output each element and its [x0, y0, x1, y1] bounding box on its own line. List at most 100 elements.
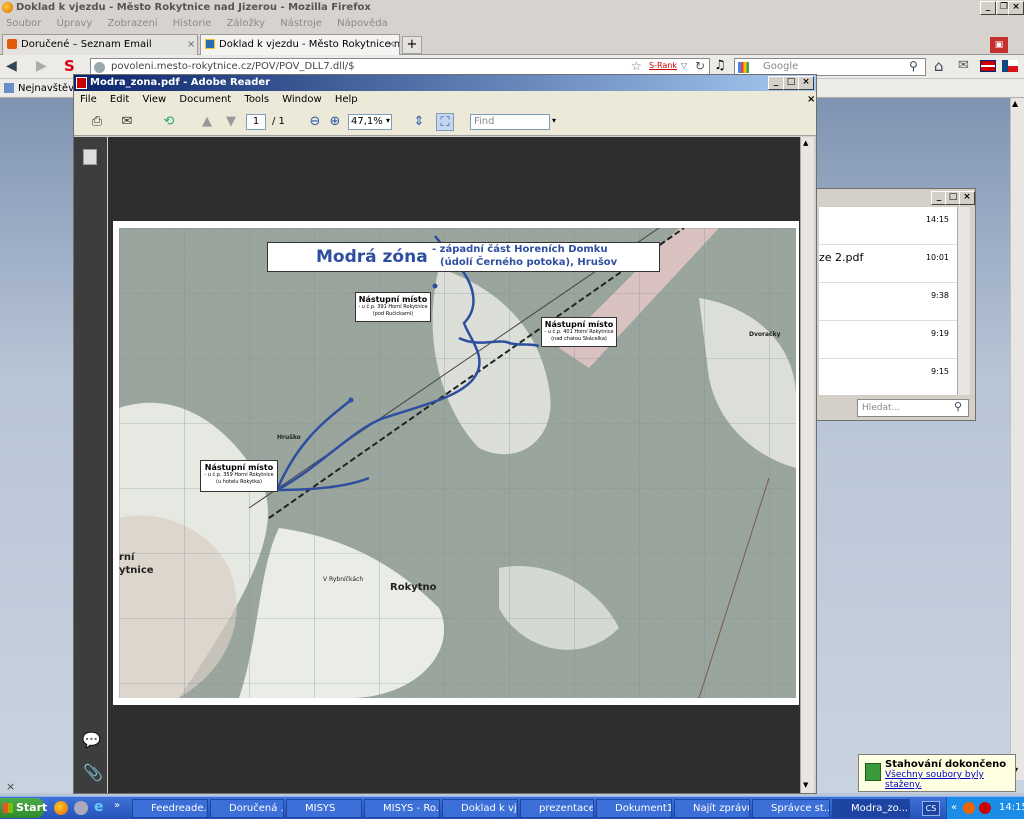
- scroll-down-icon[interactable]: ▼: [803, 781, 808, 789]
- reader-close-button[interactable]: ×: [798, 76, 814, 90]
- document-scrollbar[interactable]: ▲ ▼: [800, 137, 814, 793]
- menu-window[interactable]: Window: [282, 94, 321, 105]
- print-icon[interactable]: ⎙: [88, 113, 106, 131]
- mail-scrollbar[interactable]: [957, 207, 970, 395]
- task-modra-zona[interactable]: Modra_zo...: [832, 799, 910, 818]
- site-favicon-icon: [205, 39, 215, 49]
- task-dokument1[interactable]: Dokument1...: [596, 799, 672, 818]
- zoom-out-icon[interactable]: ⊖: [306, 113, 324, 131]
- task-misys-ro[interactable]: MISYS - Ro...: [364, 799, 440, 818]
- music-note-icon[interactable]: ♫: [714, 58, 726, 73]
- desktop-quicklaunch-icon[interactable]: [74, 801, 88, 815]
- download-notification[interactable]: Stahování dokončeno Všechny soubory byly…: [858, 754, 1016, 792]
- attachments-paperclip-icon[interactable]: 📎: [83, 763, 103, 782]
- next-page-icon[interactable]: ▼: [222, 113, 240, 131]
- menu-view[interactable]: View: [142, 94, 166, 105]
- menu-zobrazeni[interactable]: Zobrazení: [108, 18, 158, 29]
- zoom-dropdown-icon[interactable]: ▾: [386, 116, 390, 125]
- findbar-close-icon[interactable]: ×: [6, 780, 15, 793]
- firefox-quicklaunch-icon[interactable]: [54, 801, 68, 815]
- menu-upravy[interactable]: Úpravy: [57, 18, 93, 29]
- list-item[interactable]: 9:38: [819, 283, 957, 321]
- place-label: Dvoračky: [749, 331, 781, 338]
- task-feedreader[interactable]: Feedreade...: [132, 799, 208, 818]
- mail-close-button[interactable]: ×: [959, 191, 975, 205]
- list-item[interactable]: 14:15: [819, 207, 957, 245]
- reader-maximize-button[interactable]: □: [783, 76, 799, 90]
- map-subtitle-1: - západní část Horeních Domku: [432, 244, 608, 255]
- cz-flag-icon[interactable]: [1002, 60, 1018, 72]
- tab-label: Doručené – Seznam Email: [21, 39, 152, 50]
- page-number-input[interactable]: 1: [246, 114, 266, 130]
- list-item[interactable]: 9:19: [819, 321, 957, 359]
- task-doklad[interactable]: Doklad k vj...: [442, 799, 518, 818]
- task-prezentace[interactable]: prezentace: [520, 799, 594, 818]
- tab-close-icon[interactable]: ×: [387, 35, 395, 55]
- start-button[interactable]: Start: [0, 798, 47, 818]
- menu-zalozky[interactable]: Záložky: [227, 18, 265, 29]
- srank-badge[interactable]: S-Rank: [649, 61, 677, 70]
- back-arrow-icon[interactable]: ◀: [6, 58, 17, 74]
- seznam-s-icon[interactable]: S: [64, 57, 75, 75]
- menu-tools[interactable]: Tools: [244, 94, 269, 105]
- ff-close-button[interactable]: ×: [1008, 1, 1024, 15]
- reader-minimize-button[interactable]: _: [768, 76, 784, 90]
- menu-napoveda[interactable]: Nápověda: [337, 18, 388, 29]
- document-view[interactable]: Modrá zóna - západní část Horeních Domku…: [108, 137, 800, 793]
- menu-file[interactable]: File: [80, 94, 97, 105]
- menu-help[interactable]: Help: [335, 94, 358, 105]
- tab-seznam-email[interactable]: Doručené – Seznam Email ×: [2, 34, 198, 55]
- document-close-icon[interactable]: ×: [807, 91, 815, 108]
- previous-page-icon[interactable]: ▲: [198, 113, 216, 131]
- reload-icon[interactable]: ↻: [695, 59, 705, 73]
- language-indicator[interactable]: CS: [922, 801, 940, 816]
- menu-document[interactable]: Document: [179, 94, 231, 105]
- tray-app-icon[interactable]: [963, 802, 975, 814]
- notification-text[interactable]: Všechny soubory byly staženy.: [885, 770, 1011, 790]
- firefox-scrollbar[interactable]: ▲ ▼: [1010, 98, 1024, 780]
- task-najit-zpravu[interactable]: Najít zprávu: [674, 799, 750, 818]
- fit-width-icon[interactable]: ⇕: [410, 113, 428, 131]
- magnifier-icon[interactable]: ⚲: [954, 400, 962, 413]
- task-label: prezentace: [539, 803, 594, 814]
- task-spravce[interactable]: Správce st...: [752, 799, 830, 818]
- star-icon[interactable]: ☆: [631, 59, 642, 73]
- addon-icon[interactable]: ▣: [990, 37, 1008, 53]
- scroll-up-icon[interactable]: ▲: [803, 139, 808, 147]
- uk-flag-icon[interactable]: [980, 60, 996, 72]
- box-line1: - u č.p. 401 Horní Rokytnice: [544, 329, 614, 335]
- menu-soubor[interactable]: Soubor: [6, 18, 41, 29]
- tab-close-icon[interactable]: ×: [187, 35, 195, 55]
- fit-page-icon[interactable]: ⛶: [436, 113, 454, 131]
- mail-search-input[interactable]: Hledat... ⚲: [857, 399, 969, 417]
- home-icon[interactable]: ⌂: [934, 57, 944, 75]
- find-dropdown-icon[interactable]: ▾: [552, 116, 556, 125]
- dropdown-icon[interactable]: ▽: [681, 61, 687, 70]
- forward-arrow-icon[interactable]: ▶: [36, 58, 47, 74]
- menu-edit[interactable]: Edit: [110, 94, 129, 105]
- scroll-up-icon[interactable]: ▲: [1012, 99, 1018, 108]
- tray-volume-icon[interactable]: [979, 802, 991, 814]
- comments-icon[interactable]: 💬: [82, 731, 101, 749]
- ie-quicklaunch-icon[interactable]: e: [94, 799, 104, 815]
- chevron-more-icon[interactable]: »: [114, 800, 120, 811]
- new-tab-button[interactable]: +: [402, 36, 422, 54]
- menu-historie[interactable]: Historie: [173, 18, 212, 29]
- find-input[interactable]: Find: [470, 114, 550, 130]
- menu-nastroje[interactable]: Nástroje: [280, 18, 322, 29]
- list-item[interactable]: 9:15: [819, 359, 957, 395]
- collaborate-icon[interactable]: ⟲: [160, 113, 178, 131]
- task-label: MISYS - Ro...: [383, 803, 440, 814]
- ff-minimize-button[interactable]: _: [980, 1, 996, 15]
- tray-chevron-icon[interactable]: «: [951, 797, 957, 819]
- url-text: povoleni.mesto-rokytnice.cz/POV/POV_DLL7…: [111, 61, 355, 72]
- magnifier-icon[interactable]: ⚲: [909, 59, 918, 73]
- pages-panel-icon[interactable]: [83, 149, 97, 165]
- email-share-icon[interactable]: ✉: [118, 113, 136, 131]
- task-misys[interactable]: MISYS: [286, 799, 362, 818]
- list-item[interactable]: ze 2.pdf 10:01: [819, 245, 957, 283]
- zoom-in-icon[interactable]: ⊕: [326, 113, 344, 131]
- task-dorucena[interactable]: Doručená ...: [210, 799, 284, 818]
- mail-icon[interactable]: ✉: [958, 58, 969, 73]
- tab-doklad-k-vjezdu[interactable]: Doklad k vjezdu - Město Rokytnice nad Ji…: [200, 34, 400, 55]
